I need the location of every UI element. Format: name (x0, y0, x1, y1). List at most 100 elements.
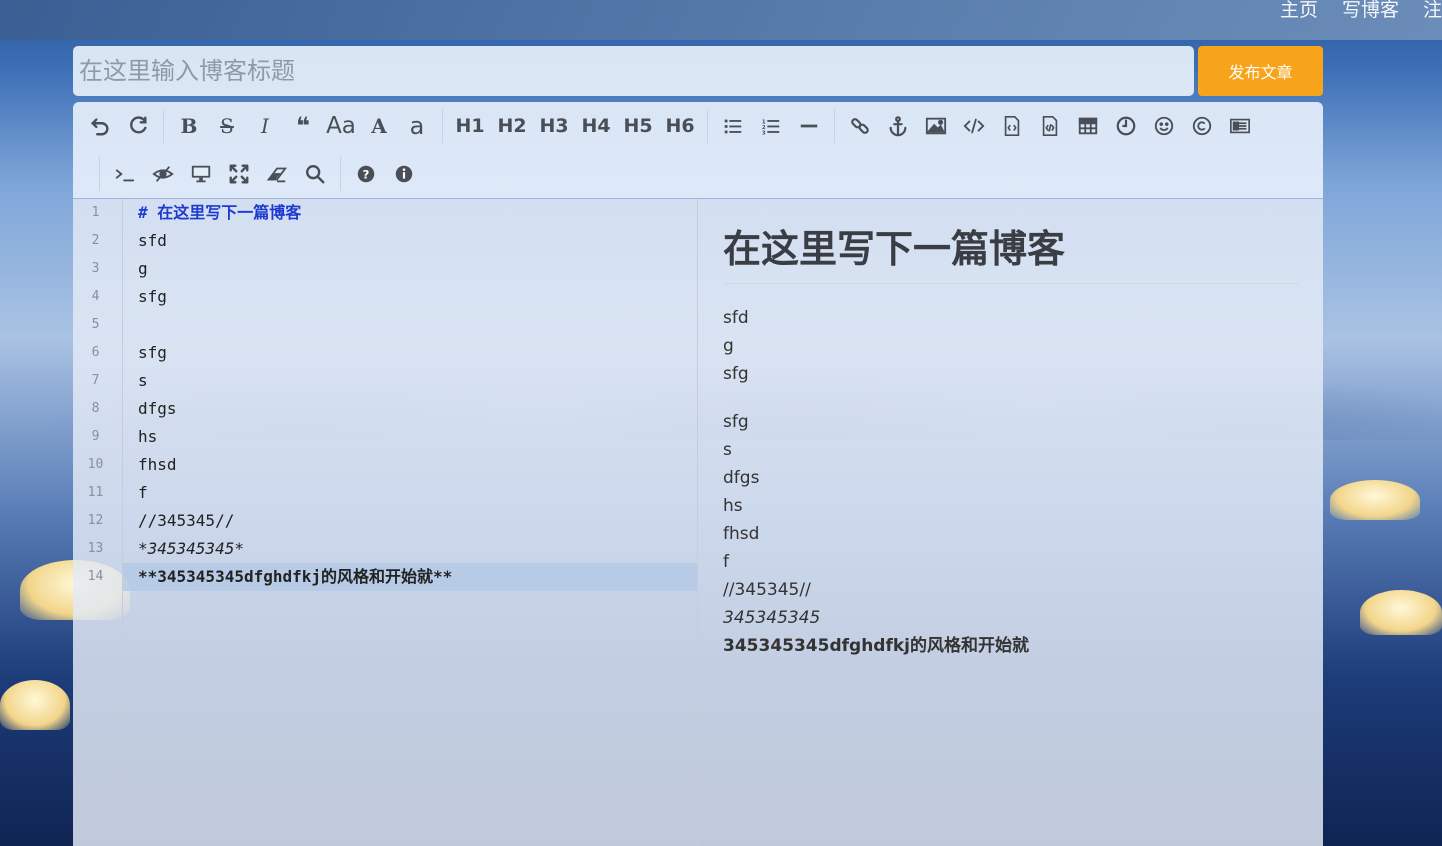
code-line[interactable]: sfd (123, 227, 697, 255)
code-block-icon[interactable] (1031, 107, 1069, 145)
anchor-icon[interactable] (879, 107, 917, 145)
code-line[interactable]: s (123, 367, 697, 395)
terminal-icon[interactable] (106, 155, 144, 193)
hide-icon[interactable] (144, 155, 182, 193)
lowercase-icon[interactable]: a (398, 107, 436, 145)
code-line[interactable]: dfgs (123, 395, 697, 423)
preview-text: g (723, 336, 734, 356)
line-number: 8 (91, 401, 100, 416)
ucfirst-icon[interactable]: A (360, 107, 398, 145)
background-light (1330, 480, 1420, 520)
h5-button[interactable]: H5 (617, 107, 659, 145)
preview-heading: 在这里写下一篇博客 (723, 225, 1299, 284)
nav-link-home[interactable]: 主页 (1280, 0, 1318, 20)
markdown-editor: B S I ❝ Aa A a H1 H2 H3 H4 H5 H6 123 ? 1… (73, 102, 1323, 846)
table-icon[interactable] (1069, 107, 1107, 145)
code-line[interactable]: //345345// (123, 507, 697, 535)
line-number: 7 (91, 373, 100, 388)
line-number: 1 (91, 205, 100, 220)
list-ol-icon[interactable]: 123 (752, 107, 790, 145)
nav-link-write-blog[interactable]: 写博客 (1342, 0, 1399, 20)
top-navbar: 主页 写博客 注 (0, 0, 1442, 40)
line-number: 5 (91, 317, 100, 332)
line-number: 10 (87, 457, 104, 472)
image-icon[interactable] (917, 107, 955, 145)
toolbar-separator (99, 157, 100, 191)
code-line[interactable]: sfg (123, 283, 697, 311)
eraser-icon[interactable] (258, 155, 296, 193)
link-icon[interactable] (841, 107, 879, 145)
list-ul-icon[interactable] (714, 107, 752, 145)
toolbar-separator (340, 157, 341, 191)
svg-text:?: ? (363, 168, 370, 182)
html-entities-icon[interactable] (1183, 107, 1221, 145)
editor-toolbar: B S I ❝ Aa A a H1 H2 H3 H4 H5 H6 123 ? (73, 102, 1323, 199)
line-number: 12 (87, 513, 104, 528)
h6-button[interactable]: H6 (659, 107, 701, 145)
preformatted-icon[interactable] (993, 107, 1031, 145)
redo-icon[interactable] (119, 107, 157, 145)
hr-icon[interactable] (790, 107, 828, 145)
italic-icon[interactable]: I (246, 107, 284, 145)
background-light (0, 680, 70, 730)
line-number: 9 (91, 429, 100, 444)
line-number-gutter: 1 2 3 4 5 6 7 8 9 10 11 12 13 14 (73, 199, 123, 846)
line-number: 14 (87, 569, 104, 584)
preview-text: //345345// (723, 580, 811, 600)
code-line[interactable]: # 在这里写下一篇博客 (123, 199, 697, 227)
toolbar-separator (442, 109, 443, 143)
emoji-icon[interactable] (1145, 107, 1183, 145)
help-icon[interactable]: ? (347, 155, 385, 193)
preview-bold-text: 345345345dfghdfkj的风格和开始就 (723, 636, 1029, 656)
code-line-active[interactable]: **345345345dfghdfkj的风格和开始就** (123, 563, 697, 591)
line-number: 11 (87, 485, 104, 500)
blog-title-input[interactable] (73, 46, 1194, 96)
toolbar-row-1: B S I ❝ Aa A a H1 H2 H3 H4 H5 H6 123 (81, 102, 1259, 150)
code-line[interactable]: sfg (123, 339, 697, 367)
code-editor-area[interactable]: # 在这里写下一篇博客 sfd g sfg sfg s dfgs hs fhsd… (123, 199, 698, 846)
preview-text: f (723, 552, 729, 572)
markdown-preview: 在这里写下一篇博客 sfd g sfg sfg s dfgs hs fhsd f… (699, 199, 1323, 846)
preview-text: s (723, 440, 732, 460)
preview-text: fhsd (723, 524, 760, 544)
editor-panes: 1 2 3 4 5 6 7 8 9 10 11 12 13 14 # 在这里写下… (73, 199, 1323, 846)
bold-icon[interactable]: B (170, 107, 208, 145)
search-icon[interactable] (296, 155, 334, 193)
svg-text:3: 3 (762, 130, 766, 136)
code-line[interactable]: *345345345* (123, 535, 697, 563)
preview-text: sfg (723, 412, 749, 432)
h3-button[interactable]: H3 (533, 107, 575, 145)
line-number: 3 (91, 261, 100, 276)
line-number: 2 (91, 233, 100, 248)
h4-button[interactable]: H4 (575, 107, 617, 145)
toolbar-separator (163, 109, 164, 143)
line-number: 13 (87, 541, 104, 556)
quote-icon[interactable]: ❝ (284, 107, 322, 145)
toolbar-separator (707, 109, 708, 143)
code-line[interactable]: g (123, 255, 697, 283)
preview-text: sfg (723, 364, 749, 384)
h2-button[interactable]: H2 (491, 107, 533, 145)
undo-icon[interactable] (81, 107, 119, 145)
nav-link-register[interactable]: 注 (1423, 0, 1442, 20)
background-light (1360, 590, 1442, 635)
preview-text: sfd (723, 308, 749, 328)
line-number: 4 (91, 289, 100, 304)
pagebreak-icon[interactable] (1221, 107, 1259, 145)
publish-button[interactable]: 发布文章 (1198, 46, 1323, 96)
datetime-icon[interactable] (1107, 107, 1145, 145)
code-line[interactable]: fhsd (123, 451, 697, 479)
preview-icon[interactable] (182, 155, 220, 193)
strikethrough-icon[interactable]: S (208, 107, 246, 145)
preview-text: hs (723, 496, 743, 516)
code-line[interactable]: f (123, 479, 697, 507)
uppercase-icon[interactable]: Aa (322, 107, 360, 145)
code-icon[interactable] (955, 107, 993, 145)
code-line[interactable]: hs (123, 423, 697, 451)
fullscreen-icon[interactable] (220, 155, 258, 193)
toolbar-separator (834, 109, 835, 143)
preview-text: dfgs (723, 468, 760, 488)
h1-button[interactable]: H1 (449, 107, 491, 145)
code-line[interactable] (123, 311, 697, 339)
info-icon[interactable] (385, 155, 423, 193)
